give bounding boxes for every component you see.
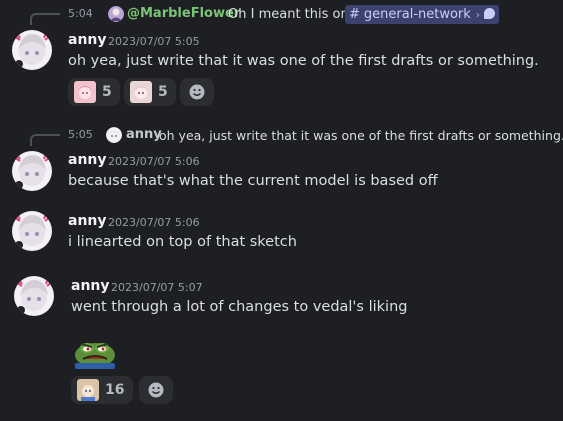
anime-girl-emoji: [130, 81, 152, 103]
pink-anime-girl-emoji: [74, 81, 96, 103]
message-text: oh yea, just write that it was one of th…: [68, 53, 539, 69]
angry-pepe-emoji[interactable]: [71, 337, 119, 369]
reply-timestamp: 5:05: [68, 128, 93, 141]
channel-mention[interactable]: # general-network ›: [345, 5, 499, 24]
reply-connector: [30, 134, 60, 146]
reply-timestamp: 5:04: [68, 7, 93, 20]
reply-connector: [30, 13, 60, 25]
message-text: i linearted on top of that sketch: [68, 234, 297, 250]
smiley-add-icon: [189, 84, 205, 100]
reply-avatar[interactable]: [106, 127, 122, 143]
reply-preview-text[interactable]: Oh I meant this one: [228, 7, 357, 22]
chat-log: 5:04 @MarbleFlower Oh I meant this one #…: [0, 0, 563, 421]
avatar[interactable]: [14, 276, 54, 316]
message-timestamp: 2023/07/07 5:06: [108, 216, 200, 229]
reply-author[interactable]: @MarbleFlower: [127, 6, 240, 21]
chevron-right-icon: ›: [475, 10, 480, 21]
add-reaction-button[interactable]: [180, 78, 214, 106]
reaction-count: 16: [105, 382, 125, 398]
channel-name: general-network: [363, 7, 471, 22]
message-author[interactable]: anny: [68, 32, 107, 48]
add-reaction-button[interactable]: [139, 376, 173, 404]
anime-face-emoji: [77, 379, 99, 401]
message-author[interactable]: anny: [68, 213, 107, 229]
reaction-pill[interactable]: 5: [124, 78, 176, 106]
message-author[interactable]: anny: [68, 152, 107, 168]
smiley-add-icon: [148, 382, 164, 398]
message-text: went through a lot of changes to vedal's…: [71, 299, 408, 315]
reaction-count: 5: [102, 84, 112, 100]
avatar[interactable]: [12, 151, 52, 191]
reply-preview-text[interactable]: oh yea, just write that it was one of th…: [159, 128, 563, 143]
speech-bubble-icon: [483, 8, 495, 19]
reaction-pill[interactable]: 16: [71, 376, 133, 404]
message-timestamp: 2023/07/07 5:07: [111, 281, 203, 294]
reaction-pill[interactable]: 5: [68, 78, 120, 106]
avatar[interactable]: [12, 30, 52, 70]
channel-hash-icon: #: [349, 7, 360, 22]
reply-author[interactable]: anny: [126, 127, 162, 142]
message-text: because that's what the current model is…: [68, 173, 438, 189]
reaction-count: 5: [158, 84, 168, 100]
reply-avatar[interactable]: [108, 6, 124, 22]
message-timestamp: 2023/07/07 5:06: [108, 155, 200, 168]
message-timestamp: 2023/07/07 5:05: [108, 35, 200, 48]
avatar[interactable]: [12, 211, 52, 251]
message-author[interactable]: anny: [71, 278, 110, 294]
